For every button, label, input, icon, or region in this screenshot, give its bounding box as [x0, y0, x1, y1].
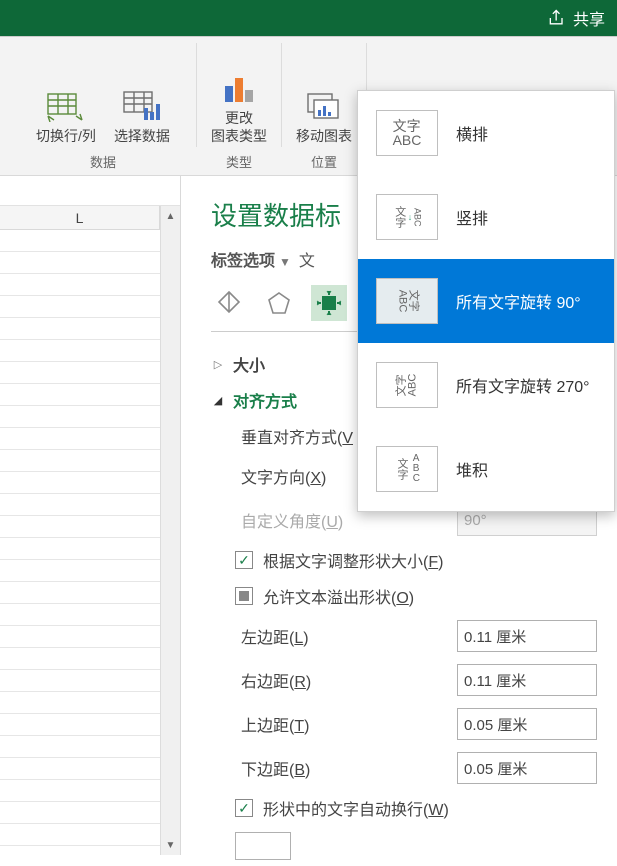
chevron-down-icon: ▼ [279, 255, 291, 269]
row-autofit: 根据文字调整形状大小(F) [211, 542, 597, 578]
section-size-title: 大小 [233, 352, 265, 376]
label-margin-right: 右边距(R) [241, 668, 447, 692]
row-wrap: 形状中的文字自动换行(W) [211, 790, 597, 826]
input-margin-right[interactable] [458, 672, 617, 689]
popup-option-rotate-270[interactable]: 文字ABC 所有文字旋转 270° [358, 343, 614, 427]
change-chart-type-label: 更改 图表类型 [211, 109, 267, 145]
column-headers: L [0, 206, 180, 230]
ribbon-group-type: 更改 图表类型 类型 [197, 37, 281, 175]
input-margin-left[interactable] [458, 628, 617, 645]
ribbon-group-type-label: 类型 [226, 152, 252, 171]
move-chart-button[interactable]: 移动图表 [289, 82, 359, 150]
row-overflow: 允许文本溢出形状(O) [211, 578, 597, 614]
change-chart-type-button[interactable]: 更改 图表类型 [204, 64, 274, 150]
label-wrap: 形状中的文字自动换行(W) [263, 796, 597, 820]
change-chart-type-icon [219, 72, 259, 104]
ribbon-group-data-label: 数据 [90, 152, 116, 171]
popup-option-rotate-90[interactable]: 文字ABC 所有文字旋转 90° [358, 259, 614, 343]
row-margin-top: 上边距(T) ▲▼ [211, 702, 597, 746]
move-chart-label: 移动图表 [296, 127, 352, 145]
size-properties-icon[interactable] [311, 285, 347, 321]
label-margin-top: 上边距(T) [241, 712, 447, 736]
label-autofit: 根据文字调整形状大小(F) [263, 548, 597, 572]
triangle-right-icon: ▷ [211, 358, 225, 371]
triangle-down-icon: ◢ [211, 394, 225, 407]
tab-text-options[interactable]: 文 [299, 247, 315, 271]
row-columns [211, 826, 597, 866]
label-margin-bottom: 下边距(B) [241, 756, 447, 780]
checkbox-autofit[interactable] [235, 551, 253, 569]
row-margin-left: 左边距(L) ▲▼ [211, 614, 597, 658]
switch-row-col-label: 切换行/列 [36, 127, 96, 145]
input-custom-angle [458, 512, 617, 529]
label-margin-left: 左边距(L) [241, 624, 447, 648]
scroll-down-arrow[interactable]: ▼ [161, 835, 180, 855]
share-icon [547, 8, 567, 28]
move-chart-icon [304, 90, 344, 122]
thumb-rotate-90-icon: 文字ABC [376, 278, 438, 324]
thumb-rotate-270-icon: 文字ABC [376, 362, 438, 408]
popup-option-horizontal[interactable]: 文字ABC 横排 [358, 91, 614, 175]
checkbox-wrap[interactable] [235, 799, 253, 817]
select-data-label: 选择数据 [114, 127, 170, 145]
section-alignment-title: 对齐方式 [233, 388, 297, 412]
grid-area: L ▲ ▼ [0, 176, 181, 855]
thumb-horizontal-icon: 文字ABC [376, 110, 438, 156]
input-margin-top[interactable] [458, 716, 617, 733]
row-margin-bottom: 下边距(B) ▲▼ [211, 746, 597, 790]
share-label: 共享 [573, 6, 605, 30]
thumb-stacked-icon: 文字 ABC [376, 446, 438, 492]
column-header-L[interactable]: L [0, 206, 160, 229]
ribbon-group-data: 切换行/列 选择数据 数据 [10, 37, 196, 175]
select-data-icon [122, 90, 162, 122]
fill-outline-icon[interactable] [211, 285, 247, 321]
spin-margin-right[interactable]: ▲▼ [457, 664, 597, 696]
spin-margin-top[interactable]: ▲▼ [457, 708, 597, 740]
select-data-button[interactable]: 选择数据 [107, 82, 177, 150]
scroll-track[interactable] [161, 226, 180, 835]
scroll-up-arrow[interactable]: ▲ [161, 206, 180, 226]
label-overflow: 允许文本溢出形状(O) [263, 584, 597, 608]
thumb-vertical-icon: 文字↓ABC [376, 194, 438, 240]
ribbon-group-position: 移动图表 位置 [282, 37, 366, 175]
text-direction-popup: 文字ABC 横排 文字↓ABC 竖排 文字ABC 所有文字旋转 90° 文字AB… [357, 90, 615, 512]
input-margin-bottom[interactable] [458, 760, 617, 777]
spin-margin-left[interactable]: ▲▼ [457, 620, 597, 652]
popup-option-stacked[interactable]: 文字 ABC 堆积 [358, 427, 614, 511]
popup-option-stacked-label: 堆积 [456, 457, 488, 481]
popup-option-horizontal-label: 横排 [456, 121, 488, 145]
title-bar: 共享 [0, 0, 617, 36]
popup-option-rotate-270-label: 所有文字旋转 270° [456, 373, 590, 397]
switch-row-col-icon [46, 90, 86, 122]
popup-option-vertical[interactable]: 文字↓ABC 竖排 [358, 175, 614, 259]
share-button[interactable]: 共享 [547, 6, 605, 30]
vertical-scrollbar[interactable]: ▲ ▼ [160, 206, 180, 855]
columns-button[interactable] [235, 832, 291, 860]
ribbon-group-position-label: 位置 [311, 152, 337, 171]
switch-row-col-button[interactable]: 切换行/列 [29, 82, 103, 150]
spin-margin-bottom[interactable]: ▲▼ [457, 752, 597, 784]
checkbox-overflow[interactable] [235, 587, 253, 605]
grid-cells[interactable] [0, 230, 160, 855]
row-margin-right: 右边距(R) ▲▼ [211, 658, 597, 702]
tab-label-options[interactable]: 标签选项▼ [211, 247, 291, 271]
popup-option-rotate-90-label: 所有文字旋转 90° [456, 289, 581, 313]
popup-option-vertical-label: 竖排 [456, 205, 488, 229]
formula-bar[interactable] [0, 176, 180, 206]
effects-icon[interactable] [261, 285, 297, 321]
